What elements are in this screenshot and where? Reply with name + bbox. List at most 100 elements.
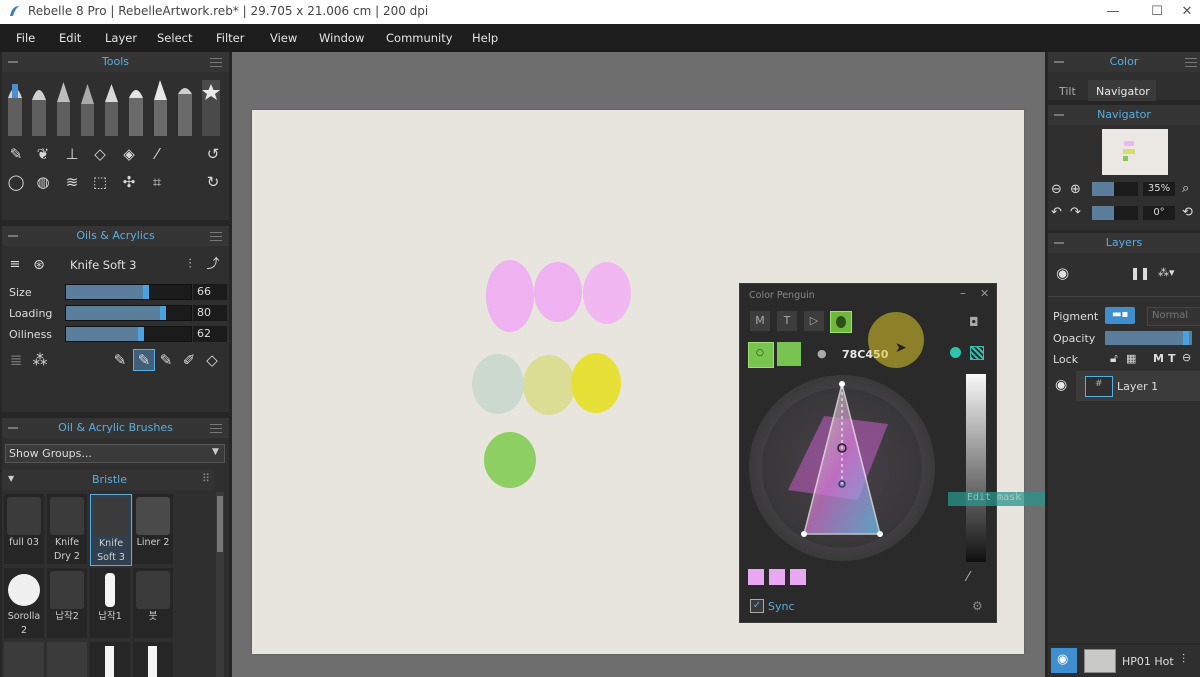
- layer-visibility-eye-icon[interactable]: ◉: [1055, 377, 1067, 393]
- brushes-scrollbar[interactable]: [216, 492, 224, 677]
- value-slider[interactable]: [966, 374, 986, 562]
- brush-tile[interactable]: Liner 2: [133, 494, 173, 564]
- oiliness-slider-knob[interactable]: [138, 327, 144, 341]
- recent-swatch[interactable]: [748, 569, 764, 585]
- brush-pen-icon[interactable]: [81, 84, 94, 136]
- blow-tool-icon[interactable]: ≋: [62, 172, 82, 192]
- recent-swatch[interactable]: [769, 569, 785, 585]
- brush-spray-icon[interactable]: [178, 88, 192, 136]
- paper-settings-icon[interactable]: ⫶: [1182, 652, 1185, 667]
- oiliness-slider[interactable]: [65, 326, 192, 342]
- search-icon[interactable]: ⌕: [1182, 181, 1189, 196]
- pen-tool-icon[interactable]: ✎: [6, 144, 26, 164]
- brush-mode-erase-icon[interactable]: ◇: [202, 350, 222, 370]
- lock-eye-icon[interactable]: ⊖: [1182, 351, 1191, 364]
- lock-icon[interactable]: 🔓︎: [1110, 351, 1118, 366]
- menu-help[interactable]: Help: [472, 24, 498, 52]
- recent-swatch[interactable]: [790, 569, 806, 585]
- sync-checkbox[interactable]: ✓: [750, 599, 764, 613]
- rotate-left-icon[interactable]: ↶: [1051, 205, 1062, 220]
- color-wheel[interactable]: [748, 372, 938, 562]
- brush-mode-smudge-icon[interactable]: ✐: [179, 350, 199, 370]
- menu-community[interactable]: Community: [386, 24, 453, 52]
- close-icon[interactable]: ✕: [980, 287, 989, 300]
- brush-tile-selected[interactable]: Knife Soft 3: [90, 494, 132, 566]
- stamp-tool-icon[interactable]: ⊥: [62, 144, 82, 164]
- eraser-tool-icon[interactable]: ◇: [90, 144, 110, 164]
- brush-tile[interactable]: 붓: [133, 568, 173, 638]
- tab-mixer[interactable]: M: [750, 311, 770, 331]
- bristle-category-header[interactable]: ▼ Bristle ⠿: [2, 470, 214, 490]
- size-slider-knob[interactable]: [143, 285, 149, 299]
- undo-icon[interactable]: ↺: [203, 144, 223, 164]
- triangle-vertex[interactable]: [877, 531, 883, 537]
- minimize-icon[interactable]: –: [960, 286, 966, 300]
- lock-transparency-icon[interactable]: ▦: [1126, 352, 1136, 365]
- water-drop-icon[interactable]: ●: [817, 347, 827, 360]
- collapse-icon[interactable]: [1054, 242, 1064, 244]
- camera-icon[interactable]: ◘: [969, 315, 979, 329]
- collapse-icon[interactable]: [1054, 114, 1064, 116]
- brush-tile[interactable]: Knife Dry 2: [47, 494, 87, 564]
- brush-stroke-icon[interactable]: ⤴: [203, 255, 223, 275]
- brush-tile[interactable]: [90, 642, 130, 677]
- drip-menu-icon[interactable]: ⁂▾: [1158, 266, 1175, 279]
- tab-tilt[interactable]: Tilt: [1059, 85, 1076, 98]
- zoom-in-icon[interactable]: ⊕: [1070, 182, 1081, 197]
- brush-tile[interactable]: 납작1: [90, 568, 130, 638]
- brush-reset-icon[interactable]: ⊛: [29, 255, 49, 275]
- brush-icon[interactable]: ⁄: [967, 570, 969, 585]
- redo-icon[interactable]: ↻: [203, 172, 223, 192]
- brush-tile[interactable]: Sorolla 2: [4, 568, 44, 638]
- brush-airbrush-icon[interactable]: [129, 90, 143, 136]
- menu-edit[interactable]: Edit: [59, 24, 81, 52]
- opacity-slider-knob[interactable]: [1183, 331, 1189, 345]
- brush-tile[interactable]: [47, 642, 87, 677]
- layer-settings-icon[interactable]: ◉: [1056, 264, 1069, 282]
- maximize-button[interactable]: ☐: [1142, 2, 1172, 22]
- pattern-icon[interactable]: [970, 346, 984, 360]
- close-button[interactable]: ✕: [1172, 2, 1200, 22]
- zoom-slider[interactable]: [1092, 182, 1138, 196]
- water-drop-icon[interactable]: ◯: [6, 172, 26, 192]
- menu-view[interactable]: View: [270, 24, 297, 52]
- brush-tile[interactable]: [4, 642, 44, 677]
- smudge-tool-icon[interactable]: ❦: [33, 144, 53, 164]
- brush-round-icon[interactable]: [8, 84, 22, 136]
- settings-gear-icon[interactable]: ⚙: [972, 599, 983, 613]
- panel-menu-icon[interactable]: [1185, 58, 1197, 67]
- brush-tile[interactable]: 납작2: [47, 568, 87, 638]
- pigment-toggle[interactable]: ▬▪: [1105, 307, 1135, 324]
- lock-texture-button[interactable]: T: [1168, 352, 1176, 365]
- triangle-vertex[interactable]: [839, 381, 845, 387]
- zoom-value[interactable]: 35%: [1143, 182, 1175, 196]
- rotate-right-icon[interactable]: ↷: [1070, 205, 1081, 220]
- brush-flat-icon[interactable]: [32, 90, 46, 136]
- previous-color-swatch[interactable]: [777, 342, 801, 366]
- panel-menu-icon[interactable]: [210, 232, 222, 241]
- tab-play[interactable]: ▷: [804, 311, 824, 331]
- brush-tile[interactable]: full 03: [4, 494, 44, 564]
- crop-tool-icon[interactable]: ⌗: [147, 172, 167, 192]
- menu-layer[interactable]: Layer: [105, 24, 137, 52]
- show-groups-select[interactable]: Show Groups... ▼: [5, 444, 225, 463]
- brush-knife-icon[interactable]: [154, 80, 167, 136]
- menu-file[interactable]: File: [16, 24, 35, 52]
- reset-rotation-icon[interactable]: ⟲: [1182, 205, 1193, 220]
- brush-mode-blend-icon[interactable]: ✎: [156, 350, 176, 370]
- collapse-icon[interactable]: [8, 235, 18, 237]
- brush-marker-icon[interactable]: [105, 84, 118, 136]
- brush-settings-icon[interactable]: ≡: [5, 255, 25, 275]
- panel-menu-icon[interactable]: [210, 424, 222, 433]
- lock-mask-button[interactable]: M: [1153, 352, 1164, 365]
- navigator-thumbnail[interactable]: [1102, 129, 1168, 175]
- transform-tool-icon[interactable]: ✣: [119, 172, 139, 192]
- size-value[interactable]: 66: [193, 284, 227, 300]
- blend-mode-select[interactable]: Normal: [1147, 307, 1200, 326]
- collapse-icon[interactable]: [8, 61, 18, 63]
- panel-menu-icon[interactable]: [210, 58, 222, 67]
- fill-tool-icon[interactable]: ◈: [119, 144, 139, 164]
- brush-mode-knife-icon[interactable]: ✎: [133, 349, 155, 371]
- collapse-icon[interactable]: [1054, 61, 1064, 63]
- paper-visibility-button[interactable]: ◉: [1051, 648, 1077, 673]
